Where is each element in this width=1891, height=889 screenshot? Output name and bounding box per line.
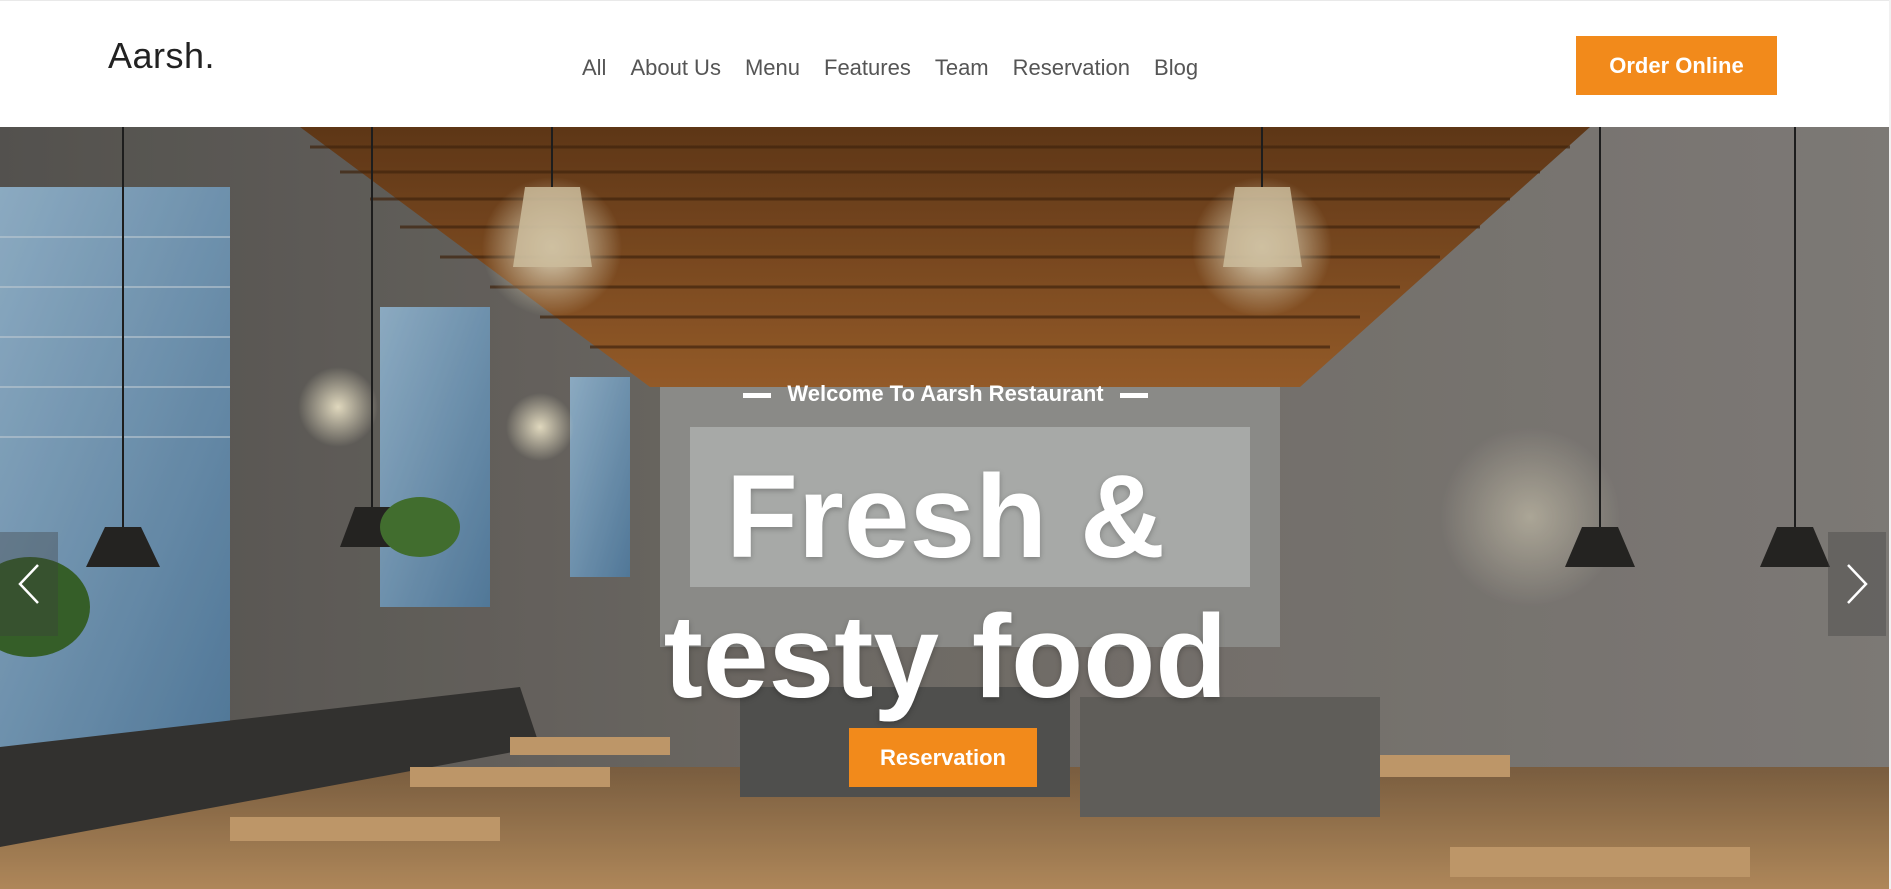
nav-item-all[interactable]: All	[582, 53, 606, 83]
site-header: Aarsh. All About Us Menu Features Team R…	[0, 0, 1891, 127]
main-nav: All About Us Menu Features Team Reservat…	[582, 53, 1198, 83]
chevron-right-icon	[1847, 564, 1868, 604]
headline-line-1: Fresh &	[725, 451, 1166, 583]
nav-item-reservation[interactable]: Reservation	[1013, 53, 1130, 83]
welcome-text: Welcome To Aarsh Restaurant	[787, 381, 1104, 406]
nav-item-team[interactable]: Team	[935, 53, 989, 83]
hero-headline: Fresh & testy food	[0, 447, 1891, 727]
slider-prev-button[interactable]	[0, 532, 58, 636]
nav-item-features[interactable]: Features	[824, 53, 911, 83]
nav-item-menu[interactable]: Menu	[745, 53, 800, 83]
hero-slider: Welcome To Aarsh Restaurant Fresh & test…	[0, 127, 1891, 889]
tagline-dash-right	[1119, 392, 1148, 398]
headline-line-2: testy food	[663, 591, 1228, 723]
logo[interactable]: Aarsh.	[108, 35, 215, 77]
reservation-button[interactable]: Reservation	[849, 728, 1037, 787]
nav-item-blog[interactable]: Blog	[1154, 53, 1198, 83]
tagline-dash-left	[743, 392, 772, 398]
slider-next-button[interactable]	[1828, 532, 1886, 636]
welcome-tagline: Welcome To Aarsh Restaurant	[0, 381, 1891, 407]
order-online-button[interactable]: Order Online	[1576, 36, 1777, 95]
chevron-left-icon	[18, 564, 39, 604]
nav-item-about-us[interactable]: About Us	[630, 53, 721, 83]
